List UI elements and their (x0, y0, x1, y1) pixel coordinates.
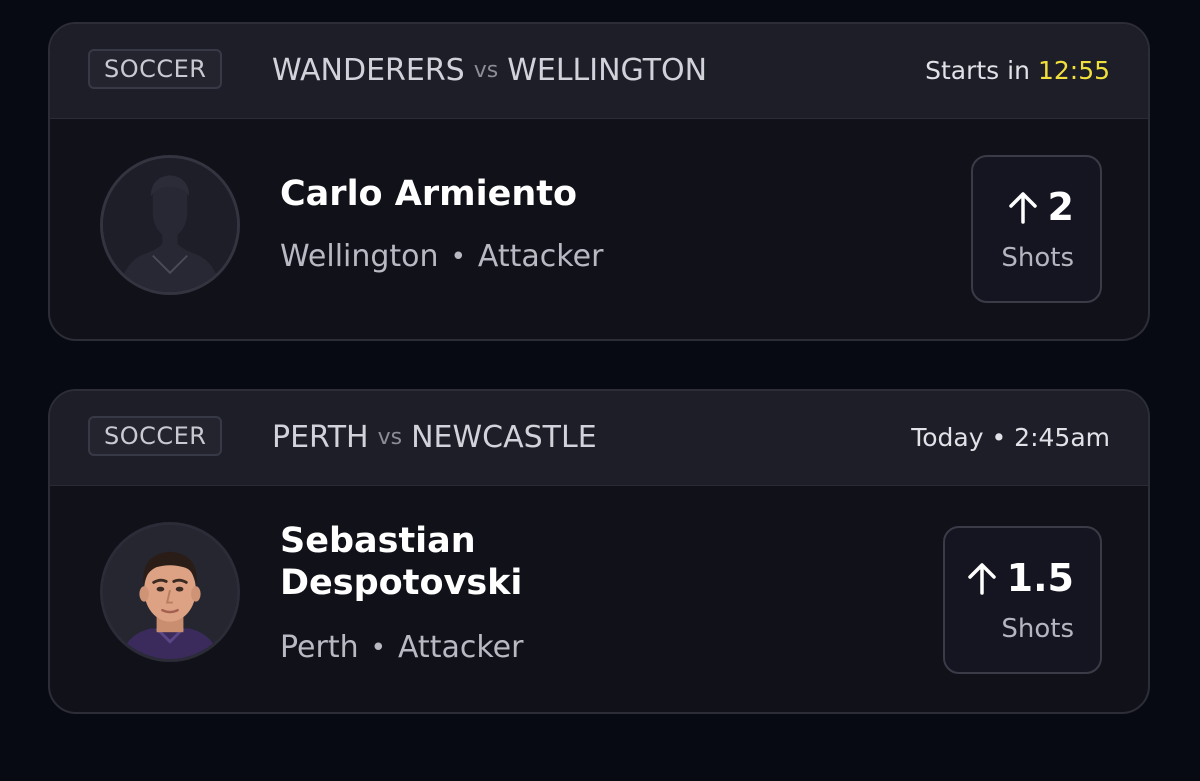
avatar-photo (100, 522, 240, 662)
pick-card-2[interactable]: SOCCER PERTH vs NEWCASTLE Today • 2:45am (48, 389, 1150, 714)
countdown-timer: 12:55 (1037, 55, 1110, 85)
away-team: WELLINGTON (507, 52, 708, 88)
player-row: Sebastian Despotovski Perth • Attacker 1… (50, 486, 1148, 712)
player-last-name: Despotovski (280, 563, 523, 603)
vs-label: vs (473, 57, 499, 83)
matchup: WANDERERS vs WELLINGTON (272, 50, 707, 90)
match-start-time: Today • 2:45am (911, 417, 1110, 457)
pick-card-1[interactable]: SOCCER WANDERERS vs WELLINGTON Starts in… (48, 22, 1150, 341)
sport-badge: SOCCER (88, 49, 223, 89)
player-meta: Wellington • Attacker (280, 239, 603, 274)
player-meta: Perth • Attacker (280, 630, 523, 665)
player-team: Wellington (280, 239, 439, 274)
stat-value-row: 1.5 (967, 556, 1074, 600)
starts-in-label: Starts in (925, 55, 1030, 85)
sport-badge: SOCCER (88, 416, 223, 456)
match-date-time: Today • 2:45am (911, 422, 1110, 452)
arrow-up-icon (1008, 192, 1037, 224)
away-team: NEWCASTLE (411, 419, 597, 455)
arrow-up-icon (967, 563, 996, 595)
vs-label: vs (377, 424, 403, 450)
stat-value-row: 2 (1008, 185, 1074, 229)
home-team: WANDERERS (272, 52, 465, 88)
match-header: SOCCER PERTH vs NEWCASTLE Today • 2:45am (50, 391, 1148, 486)
person-silhouette-icon (103, 158, 237, 292)
player-team: Perth (280, 630, 359, 665)
match-start-time: Starts in 12:55 (925, 50, 1110, 90)
matchup: PERTH vs NEWCASTLE (272, 417, 597, 457)
stat-line-value: 2 (1047, 185, 1074, 229)
player-position: Attacker (397, 630, 524, 665)
player-first-name: Sebastian (280, 521, 476, 561)
player-name: Sebastian Despotovski (280, 520, 522, 604)
stat-label: Shots (1001, 243, 1074, 273)
stat-pick-button[interactable]: 2 Shots (971, 155, 1102, 303)
avatar-placeholder (100, 155, 240, 295)
meta-separator: • (370, 632, 386, 663)
player-row: Carlo Armiento Wellington • Attacker 2 S… (50, 119, 1148, 339)
player-name: Carlo Armiento (280, 174, 578, 214)
home-team: PERTH (272, 419, 369, 455)
stat-line-value: 1.5 (1006, 556, 1074, 600)
player-position: Attacker (477, 239, 604, 274)
stat-pick-button[interactable]: 1.5 Shots (943, 526, 1102, 674)
stat-label: Shots (1001, 614, 1074, 644)
player-photo-icon (103, 525, 237, 659)
match-header: SOCCER WANDERERS vs WELLINGTON Starts in… (50, 24, 1148, 119)
meta-separator: • (450, 241, 466, 272)
